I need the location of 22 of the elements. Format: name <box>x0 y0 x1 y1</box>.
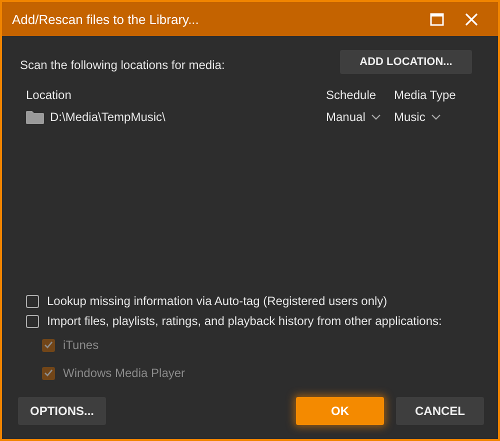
checkbox[interactable] <box>26 314 39 328</box>
location-path: D:\Media\TempMusic\ <box>50 110 166 124</box>
add-location-button[interactable]: ADD LOCATION... <box>340 50 472 74</box>
checkbox[interactable] <box>26 294 39 308</box>
media-type-dropdown[interactable]: Music <box>394 110 464 124</box>
schedule-dropdown[interactable]: Manual <box>326 110 394 124</box>
scan-label: Scan the following locations for media: <box>20 58 225 72</box>
maximize-icon <box>430 12 444 26</box>
chevron-down-icon <box>431 114 442 120</box>
folder-icon <box>26 110 44 124</box>
column-header: Location <box>26 88 72 102</box>
option-label: Import files, playlists, ratings, and playback history from other applications: <box>47 314 442 328</box>
option-label: Lookup missing information via Auto-tag (Registered users only) <box>47 294 388 308</box>
column-header: Media Type <box>394 88 457 102</box>
option-label: Windows Media Player <box>63 366 186 380</box>
option-label: iTunes <box>63 338 99 352</box>
chevron-down-icon <box>371 114 382 120</box>
dialog-button[interactable]: CANCEL <box>396 397 484 425</box>
window-title: Add/Rescan files to the Library... <box>12 12 200 26</box>
close-icon <box>464 12 478 26</box>
dialog-button[interactable]: OPTIONS... <box>18 397 106 425</box>
column-header: Schedule <box>326 88 378 102</box>
